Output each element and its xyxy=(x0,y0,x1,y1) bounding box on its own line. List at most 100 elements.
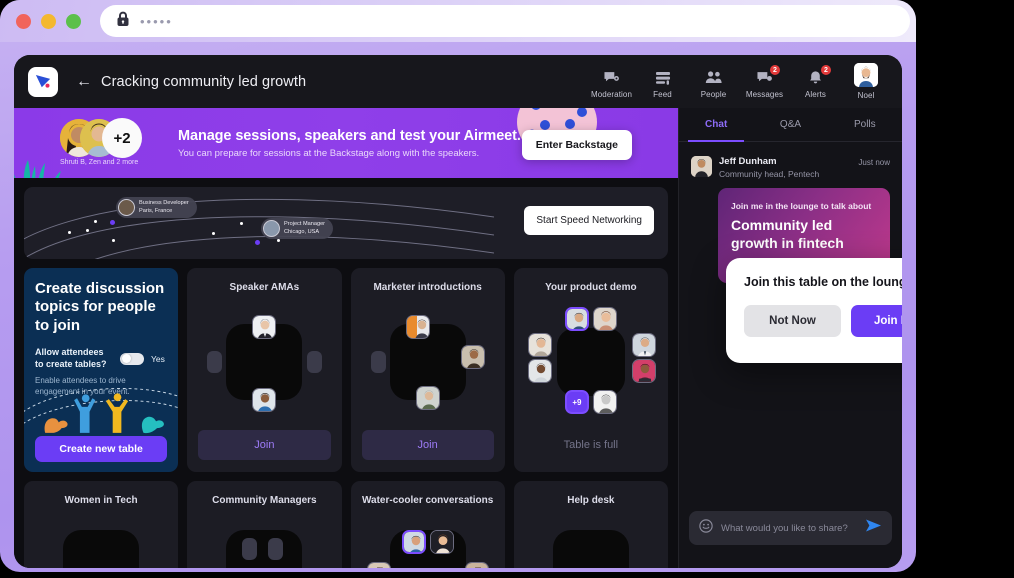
user-menu[interactable]: Noel xyxy=(842,63,890,100)
seated-participant-avatar[interactable] xyxy=(366,562,391,568)
chat-input-field[interactable]: What would you like to share? xyxy=(689,511,892,545)
seated-participant-avatar[interactable] xyxy=(415,386,440,410)
banner-avatar-group[interactable]: +2 Shruti B, Zen and 2 more xyxy=(60,115,156,171)
start-speed-networking-button[interactable]: Start Speed Networking xyxy=(524,206,654,235)
back-arrow-icon[interactable]: ← xyxy=(76,73,92,91)
seated-participant-avatar-self[interactable] xyxy=(401,530,426,554)
traffic-lights[interactable] xyxy=(16,14,81,29)
empty-seat[interactable] xyxy=(268,538,284,560)
table-card[interactable]: Community Managers Join xyxy=(187,481,342,568)
table-card[interactable]: Speaker AMAs Join xyxy=(187,268,342,472)
chip-role: Business Developer xyxy=(139,199,189,206)
nav-item-people[interactable]: People xyxy=(689,68,738,100)
seated-participant-avatar[interactable] xyxy=(527,333,552,357)
nav-item-messages[interactable]: 2 Messages xyxy=(740,64,789,100)
table-card[interactable]: Marketer introductions Join xyxy=(350,268,505,472)
seated-participant-avatar[interactable] xyxy=(592,307,617,331)
orbit-dot-active xyxy=(110,220,115,225)
moderation-icon xyxy=(603,68,620,86)
seated-participant-avatar[interactable] xyxy=(405,315,430,339)
avatar xyxy=(263,220,280,237)
table-title: Water-cooler conversations xyxy=(361,495,494,506)
networking-profile-chip[interactable]: Project Manager Chicago, USA xyxy=(261,218,334,239)
avatar[interactable] xyxy=(691,156,712,177)
overflow-participants-count[interactable]: +9 xyxy=(564,390,589,414)
seated-participant-avatar[interactable] xyxy=(527,359,552,383)
popup-actions: Not Now Join Now xyxy=(744,305,902,337)
empty-seat[interactable] xyxy=(242,538,258,560)
tab-qa[interactable]: Q&A xyxy=(753,108,827,141)
join-table-popup: Join this table on the lounge? Not Now J… xyxy=(726,258,902,363)
seated-participant-avatar-self[interactable] xyxy=(564,307,589,331)
nav-item-feed[interactable]: Feed xyxy=(638,68,687,100)
lock-icon xyxy=(116,11,130,32)
create-new-table-button[interactable]: Create new table xyxy=(35,436,168,462)
banner-subtitle: You can prepare for sessions at the Back… xyxy=(178,147,480,159)
seated-participant-avatar[interactable] xyxy=(252,315,277,339)
browser-window: ••••• ← Cracking community led growth Mo… xyxy=(0,0,916,572)
popup-title: Join this table on the lounge? xyxy=(744,275,902,289)
emoji-icon[interactable] xyxy=(699,518,713,538)
nav-label: Feed xyxy=(653,90,672,99)
promo-title: Create discussion topics for people to j… xyxy=(35,280,165,334)
chat-input-placeholder: What would you like to share? xyxy=(721,522,848,534)
tab-chat[interactable]: Chat xyxy=(679,108,753,142)
empty-seat[interactable] xyxy=(306,351,322,373)
table-title: Help desk xyxy=(567,495,615,506)
table-card[interactable]: Your product demo +9 Table is full xyxy=(513,268,668,472)
invite-prefix-text: Join me in the lounge to talk about xyxy=(731,201,872,211)
allow-attendees-toggle[interactable] xyxy=(120,352,144,365)
not-now-button[interactable]: Not Now xyxy=(744,305,841,337)
page-title: Cracking community led growth xyxy=(101,73,307,90)
banner-text: Manage sessions, speakers and test your … xyxy=(178,128,521,159)
send-icon[interactable] xyxy=(865,518,882,538)
networking-profile-chip[interactable]: Business Developer Paris, France xyxy=(116,197,197,218)
chip-role: Project Manager xyxy=(284,220,326,227)
banner-avatar-names: Shruti B, Zen and 2 more xyxy=(60,159,139,166)
nav-item-alerts[interactable]: 2 Alerts xyxy=(791,64,840,100)
chat-composer: What would you like to share? xyxy=(689,511,892,545)
seated-participant-avatar[interactable] xyxy=(592,390,617,414)
empty-seat[interactable] xyxy=(370,351,386,373)
avatar[interactable] xyxy=(854,63,878,87)
chat-tabs: Chat Q&A Polls xyxy=(679,108,902,142)
empty-seat[interactable] xyxy=(207,351,223,373)
minimize-window-button[interactable] xyxy=(41,14,56,29)
nav-item-moderation[interactable]: Moderation xyxy=(587,68,636,100)
table-visual xyxy=(514,506,668,568)
table-full-label: Table is full xyxy=(563,439,619,451)
seated-participant-avatar[interactable] xyxy=(429,530,454,554)
table-card[interactable]: Help desk Join xyxy=(513,481,668,568)
tab-polls[interactable]: Polls xyxy=(828,108,902,141)
table-visual xyxy=(187,293,341,430)
people-icon xyxy=(705,68,723,86)
enter-backstage-button[interactable]: Enter Backstage xyxy=(521,130,632,160)
airmeet-logo-icon[interactable] xyxy=(28,66,58,97)
maximize-window-button[interactable] xyxy=(66,14,81,29)
address-bar[interactable]: ••••• xyxy=(100,5,910,37)
join-table-button[interactable]: Join xyxy=(198,430,331,460)
join-now-button[interactable]: Join Now xyxy=(851,305,902,337)
seated-participant-avatar[interactable] xyxy=(460,345,485,369)
toggle-state-label: Yes xyxy=(151,353,165,364)
chip-text: Project Manager Chicago, USA xyxy=(284,221,325,236)
nav-label: Messages xyxy=(745,90,784,99)
seated-participant-avatar[interactable] xyxy=(632,359,656,383)
app-body: +2 Shruti B, Zen and 2 more Manage sessi… xyxy=(14,108,902,568)
table-card[interactable]: Water-cooler conversations xyxy=(350,481,505,568)
nav-label: People xyxy=(700,90,727,99)
orbit-dot-active xyxy=(255,240,260,245)
avatar-overflow-count: +2 xyxy=(102,118,142,158)
seated-participant-avatar[interactable] xyxy=(252,388,277,412)
table-card[interactable]: Women in Tech Join xyxy=(24,481,179,568)
seated-participant-avatar[interactable] xyxy=(632,333,656,357)
main-content: +2 Shruti B, Zen and 2 more Manage sessi… xyxy=(14,108,678,568)
table-title: Marketer introductions xyxy=(373,282,482,293)
banner-title: Manage sessions, speakers and test your … xyxy=(178,127,521,144)
seated-participant-avatar[interactable] xyxy=(464,562,489,568)
close-window-button[interactable] xyxy=(16,14,31,29)
table-title: Speaker AMAs xyxy=(229,282,300,293)
chip-text: Business Developer Paris, France xyxy=(139,200,189,215)
join-table-button[interactable]: Join xyxy=(361,430,494,460)
table-surface xyxy=(63,530,140,568)
